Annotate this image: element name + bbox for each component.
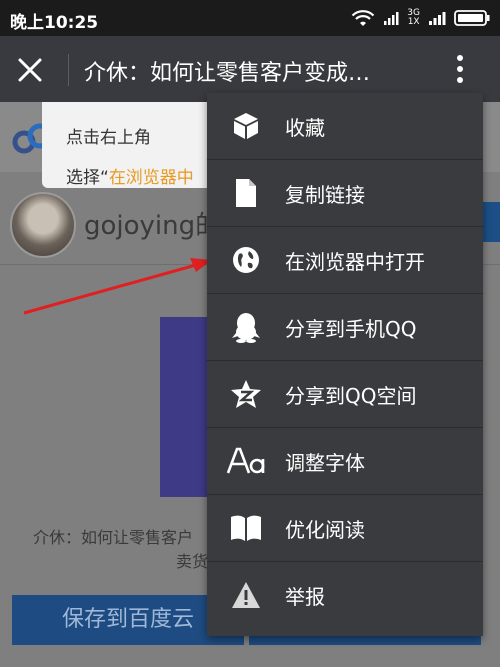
menu-label: 收藏 [285,115,325,140]
menu-item-report[interactable]: 举报 [207,562,483,628]
menu-item-favorite[interactable]: 收藏 [207,93,483,160]
menu-item-share-qzone[interactable]: 分享到QQ空间 [207,361,483,428]
menu-item-font-size[interactable]: 调整字体 [207,428,483,495]
book-icon [207,514,285,542]
font-aa-icon [207,446,285,476]
menu-item-share-qq[interactable]: 分享到手机QQ [207,294,483,361]
menu-label: 调整字体 [285,450,365,475]
cube-icon [207,111,285,141]
menu-item-optimize-reading[interactable]: 优化阅读 [207,495,483,562]
warning-icon [207,581,285,609]
menu-label: 举报 [285,584,325,609]
menu-label: 优化阅读 [285,517,365,542]
overflow-menu: 收藏 复制链接 在浏览器中打开 分享到手机QQ 分享到QQ空间 调整字体 优化阅… [207,93,483,636]
menu-label: 分享到手机QQ [285,316,417,341]
globe-icon [207,245,285,275]
qq-penguin-icon [207,311,285,343]
menu-label: 在浏览器中打开 [285,249,425,274]
menu-item-open-in-browser[interactable]: 在浏览器中打开 [207,227,483,294]
menu-item-copy-link[interactable]: 复制链接 [207,160,483,227]
copy-icon [207,178,285,208]
menu-label: 复制链接 [285,182,365,207]
qzone-star-icon [207,379,285,409]
menu-label: 分享到QQ空间 [285,383,417,408]
